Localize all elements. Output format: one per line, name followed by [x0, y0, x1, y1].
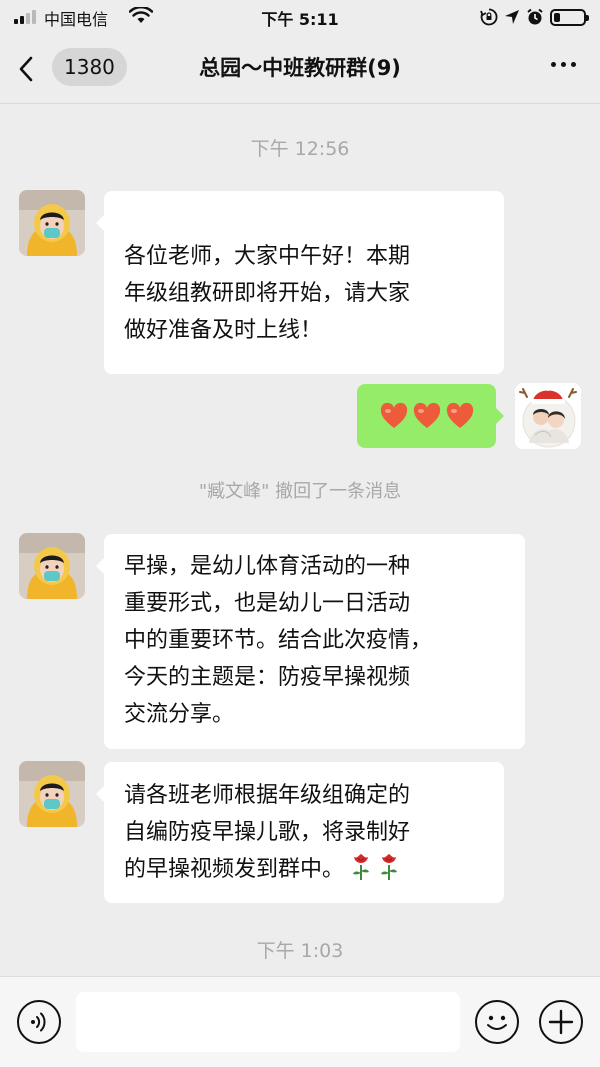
message-input[interactable] — [76, 992, 460, 1052]
dot-icon — [571, 62, 576, 67]
status-indicators — [480, 6, 589, 28]
message-text-line: 自编防疫早操儿歌，将录制好 — [124, 820, 411, 845]
avatar-child-icon — [19, 761, 85, 827]
avatar-child-icon — [19, 533, 85, 599]
message-text-line: 年级组教研即将开始，请大家 — [124, 281, 411, 306]
rose-icon — [381, 854, 398, 880]
status-bar: 中国电信 下午 5:11 — [0, 0, 600, 34]
message-text-line: 交流分享。 — [124, 702, 235, 727]
nav-bar: 1380 总园～中班教研群(9) — [0, 34, 600, 104]
received-message-bubble[interactable]: 请各班老师根据年级组确定的 自编防疫早操儿歌，将录制好 的早操视频发到群中。 — [96, 762, 504, 903]
orientation-lock-icon — [480, 8, 498, 26]
message-text-line: 今天的主题是：防疫早操视频 — [124, 665, 411, 690]
dot-icon — [561, 62, 566, 67]
message-timestamp: 下午 1:03 — [256, 940, 344, 962]
received-message-bubble[interactable]: 早操，是幼儿体育活动的一种 重要形式，也是幼儿一日活动 中的重要环节。结合此次疫… — [96, 534, 525, 749]
message-text-line: 请各班老师根据年级组确定的 — [124, 783, 411, 808]
message-text-line: 重要形式，也是幼儿一日活动 — [124, 591, 411, 616]
sender-avatar[interactable] — [19, 190, 85, 256]
rose-icon — [353, 854, 370, 880]
dot-icon — [551, 62, 556, 67]
location-icon — [505, 10, 519, 24]
emoji-icon — [487, 1015, 507, 1030]
received-message-bubble[interactable]: 各位老师，大家中午好！本期 年级组教研即将开始，请大家 做好准备及时上线！ — [96, 191, 504, 374]
message-text-line: 做好准备及时上线！ — [124, 318, 323, 343]
voice-button[interactable] — [17, 1000, 61, 1044]
self-avatar[interactable] — [515, 383, 581, 449]
message-text-line: 中的重要环节。结合此次疫情， — [124, 628, 433, 653]
message-input-bar — [0, 976, 600, 1067]
message-text-line: 各位老师，大家中午好！本期 — [124, 244, 411, 269]
chat-screen: 中国电信 下午 5:11 1380 总园～中班教研群(9) 下午 12:56 各… — [0, 0, 600, 1067]
plus-icon — [548, 1009, 574, 1035]
sender-avatar[interactable] — [19, 533, 85, 599]
chevron-left-icon — [19, 56, 33, 82]
recall-notice: "臧文峰" 撤回了一条消息 — [198, 481, 402, 502]
battery-icon — [550, 8, 589, 26]
avatar-family-icon — [515, 383, 581, 449]
alarm-icon — [527, 8, 543, 25]
sent-message-bubble[interactable] — [357, 384, 504, 448]
message-text-line: 的早操视频发到群中。 — [124, 851, 484, 888]
heart-icon — [413, 402, 440, 428]
unread-count-badge[interactable]: 1380 — [52, 48, 127, 86]
message-timestamp: 下午 12:56 — [250, 138, 350, 160]
message-text-line: 早操，是幼儿体育活动的一种 — [124, 554, 411, 579]
more-options-button[interactable] — [551, 62, 576, 67]
heart-icon — [380, 402, 407, 428]
avatar-child-icon — [19, 190, 85, 256]
emoji-button[interactable] — [475, 1000, 519, 1044]
more-functions-button[interactable] — [539, 1000, 583, 1044]
chat-title: 总园～中班教研群(9) — [199, 56, 401, 80]
voice-icon — [31, 1012, 46, 1032]
heart-icon — [446, 402, 473, 428]
sender-avatar[interactable] — [19, 761, 85, 827]
